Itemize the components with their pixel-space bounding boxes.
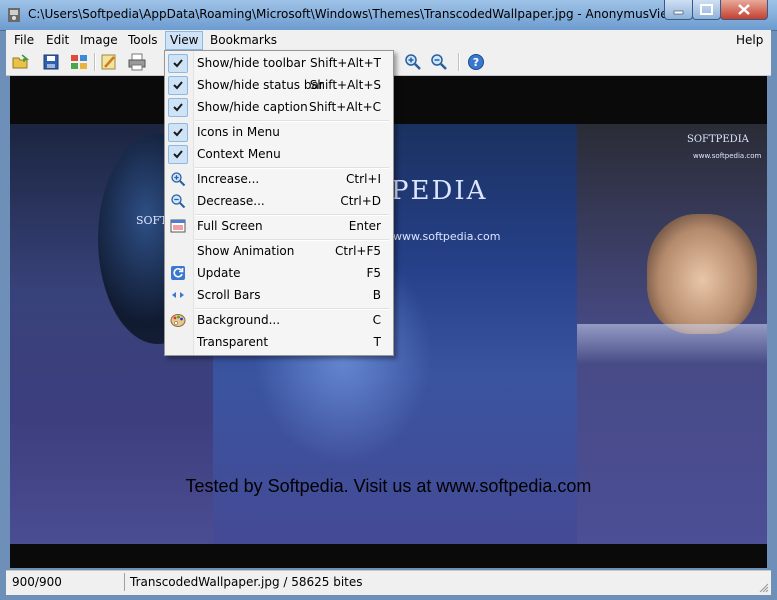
thumbnails-icon[interactable] (70, 53, 88, 71)
refresh-icon (171, 266, 185, 280)
menu-item-shortcut: Ctrl+I (346, 172, 381, 186)
portrait-graphic (647, 214, 757, 334)
print-icon[interactable] (128, 53, 146, 71)
menu-item-shortcut: Enter (348, 219, 381, 233)
toolbar-separator (94, 53, 96, 71)
menu-item-scroll-bars[interactable]: Scroll Bars B (165, 284, 393, 306)
menu-item-shortcut: Shift+Alt+C (308, 100, 381, 114)
checkmark-icon (168, 98, 188, 117)
zoom-in-icon (171, 172, 186, 187)
checkmark-icon (168, 76, 188, 95)
checkmark-icon (168, 123, 188, 142)
save-icon[interactable] (42, 53, 60, 71)
menu-item-shortcut: Ctrl+F5 (335, 244, 381, 258)
menu-item-label: Background... (197, 313, 281, 327)
title-bar[interactable]: C:\Users\Softpedia\AppData\Roaming\Micro… (0, 0, 777, 31)
zoom-out-icon[interactable] (430, 53, 448, 71)
open-folder-icon[interactable] (12, 53, 30, 71)
menu-item-label: Show/hide caption (197, 100, 308, 114)
edit-pencil-icon[interactable] (100, 53, 118, 71)
menu-item-shortcut: Ctrl+D (340, 194, 381, 208)
menu-item-background[interactable]: Background... C (165, 309, 393, 331)
checkmark-icon (168, 54, 188, 73)
maximize-icon (700, 4, 713, 15)
menu-item-shortcut: T (373, 335, 381, 349)
menu-bookmarks[interactable]: Bookmarks (206, 32, 281, 49)
menu-item-transparent[interactable]: Transparent T (165, 331, 393, 353)
minimize-button[interactable] (664, 0, 693, 20)
resize-grip-icon[interactable] (759, 583, 769, 593)
palette-icon (170, 314, 186, 327)
status-dimensions: 900/900 (12, 575, 62, 589)
wallpaper-logo-right: SOFTPEDIA (687, 134, 749, 145)
menu-edit[interactable]: Edit (42, 32, 73, 49)
menu-item-context-menu[interactable]: Context Menu (165, 143, 393, 165)
svg-text:?: ? (473, 56, 479, 69)
watermark-caption: Tested by Softpedia. Visit us at www.sof… (185, 476, 592, 496)
menu-item-label: Scroll Bars (197, 288, 261, 302)
portrait-reflection (577, 324, 767, 364)
menu-item-shortcut: Shift+Alt+S (309, 78, 381, 92)
status-bar: 900/900 TranscodedWallpaper.jpg / 58625 … (6, 570, 771, 595)
toolbar-separator (458, 53, 460, 71)
menu-file[interactable]: File (10, 32, 38, 49)
menu-item-shortcut: C (372, 313, 381, 327)
menu-image[interactable]: Image (76, 32, 122, 49)
menu-item-shortcut: F5 (366, 266, 381, 280)
menu-item-update[interactable]: Update F5 (165, 262, 393, 284)
menu-item-label: Context Menu (197, 147, 281, 161)
menu-item-label: Decrease... (197, 194, 265, 208)
zoom-out-icon (171, 194, 186, 209)
menu-bar: File Edit Image Tools View Bookmarks Hel… (6, 30, 771, 50)
menu-item-shortcut: Shift+Alt+T (310, 56, 381, 70)
wallpaper-website-small: www.softpedia.com (693, 152, 762, 160)
checkmark-icon (168, 145, 188, 164)
minimize-icon (673, 10, 684, 15)
close-button[interactable] (720, 0, 768, 20)
help-icon[interactable]: ? (467, 53, 485, 71)
scroll-arrows-icon (172, 292, 184, 298)
menu-item-label: Icons in Menu (197, 125, 280, 139)
menu-item-increase[interactable]: Increase... Ctrl+I (165, 168, 393, 190)
menu-item-show-hide-status-bar[interactable]: Show/hide status bar Shift+Alt+S (165, 74, 393, 96)
menu-tools[interactable]: Tools (124, 32, 162, 49)
menu-item-label: Show/hide toolbar (197, 56, 306, 70)
menu-item-label: Increase... (197, 172, 260, 186)
menu-item-label: Show Animation (197, 244, 295, 258)
fullscreen-icon (170, 219, 186, 233)
menu-item-icons-in-menu[interactable]: Icons in Menu (165, 121, 393, 143)
window-title: C:\Users\Softpedia\AppData\Roaming\Micro… (28, 7, 690, 21)
menu-item-label: Update (197, 266, 241, 280)
menu-item-label: Transparent (197, 335, 269, 349)
wallpaper-website: www.softpedia.com (393, 230, 501, 243)
view-dropdown-menu: Show/hide toolbar Shift+Alt+T Show/hide … (164, 50, 394, 356)
menu-help[interactable]: Help (732, 32, 767, 49)
menu-item-label: Full Screen (197, 219, 263, 233)
zoom-in-icon[interactable] (404, 53, 422, 71)
menu-item-shortcut: B (372, 288, 381, 302)
menu-view[interactable]: View (165, 31, 204, 50)
menu-item-label: Show/hide status bar (197, 78, 324, 92)
menu-item-full-screen[interactable]: Full Screen Enter (165, 215, 393, 237)
menu-item-show-hide-toolbar[interactable]: Show/hide toolbar Shift+Alt+T (165, 52, 393, 74)
status-divider (124, 573, 125, 591)
menu-item-show-hide-caption[interactable]: Show/hide caption Shift+Alt+C (165, 96, 393, 118)
menu-item-decrease[interactable]: Decrease... Ctrl+D (165, 190, 393, 212)
menu-item-show-animation[interactable]: Show Animation Ctrl+F5 (165, 240, 393, 262)
status-file-info: TranscodedWallpaper.jpg / 58625 bites (130, 575, 363, 589)
maximize-button[interactable] (692, 0, 721, 20)
close-icon (738, 4, 750, 15)
wallpaper-big-text: PEDIA (391, 176, 488, 206)
app-icon (8, 8, 20, 22)
